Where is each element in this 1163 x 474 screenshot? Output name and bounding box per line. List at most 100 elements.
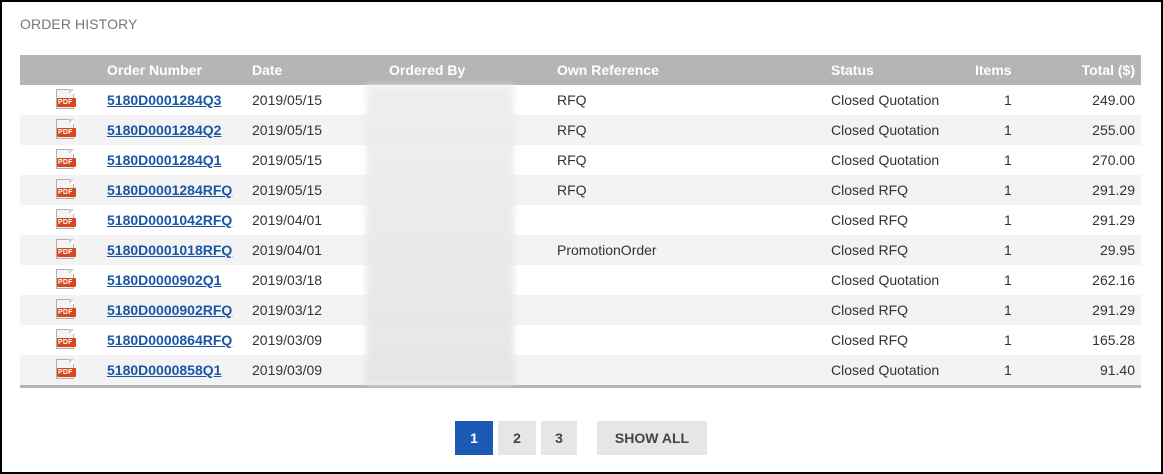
order-date: 2019/03/09: [252, 332, 323, 348]
column-header-date: Date: [252, 62, 283, 78]
order-items: 1: [1004, 92, 1012, 108]
order-status: Closed Quotation: [831, 152, 940, 168]
column-header-ordered-by: Ordered By: [389, 62, 466, 78]
table-header: Order Number Date Ordered By Own Referen…: [20, 55, 1141, 85]
pdf-icon[interactable]: PDF: [56, 299, 76, 320]
order-number-cell: 5180D0001284Q1: [107, 152, 221, 168]
table-row: PDF 5180D0000902Q1 2019/03/18 Closed Quo…: [20, 265, 1141, 295]
order-total: 291.29: [1092, 302, 1135, 318]
page-3-button[interactable]: 3: [541, 421, 577, 455]
pdf-icon[interactable]: PDF: [56, 329, 76, 350]
order-total: 255.00: [1092, 122, 1135, 138]
order-number-link[interactable]: 5180D0000902RFQ: [107, 302, 232, 318]
order-total: 165.28: [1092, 332, 1135, 348]
order-number-link[interactable]: 5180D0001284Q1: [107, 152, 221, 168]
own-reference: RFQ: [557, 122, 587, 138]
pdf-icon-label: PDF: [58, 129, 73, 136]
order-date: 2019/05/15: [252, 122, 323, 138]
order-status: Closed RFQ: [831, 242, 909, 258]
order-number-cell: 5180D0001018RFQ: [107, 242, 232, 258]
pdf-icon[interactable]: PDF: [56, 209, 76, 230]
pdf-icon[interactable]: PDF: [56, 359, 76, 380]
order-items: 1: [1004, 272, 1012, 288]
order-items: 1: [1004, 212, 1012, 228]
table-row: PDF 5180D0001042RFQ 2019/04/01 Closed RF…: [20, 205, 1141, 235]
order-number-cell: 5180D0001284Q2: [107, 122, 221, 138]
order-date: 2019/05/15: [252, 182, 323, 198]
page-2-button[interactable]: 2: [498, 421, 536, 455]
pdf-icon-label: PDF: [58, 249, 73, 256]
pdf-icon-label: PDF: [58, 159, 73, 166]
order-total: 262.16: [1092, 272, 1135, 288]
order-items: 1: [1004, 362, 1012, 378]
order-date: 2019/03/09: [252, 362, 323, 378]
order-status: Closed RFQ: [831, 332, 909, 348]
order-status: Closed Quotation: [831, 272, 940, 288]
order-status: Closed Quotation: [831, 92, 940, 108]
order-items: 1: [1004, 332, 1012, 348]
order-items: 1: [1004, 122, 1012, 138]
pagination: 1 2 3 SHOW ALL: [2, 421, 1161, 455]
table-row: PDF 5180D0001284Q2 2019/05/15 RFQ Closed…: [20, 115, 1141, 145]
pdf-icon-label: PDF: [58, 99, 73, 106]
order-total: 291.29: [1092, 212, 1135, 228]
own-reference: RFQ: [557, 152, 587, 168]
order-number-link[interactable]: 5180D0000858Q1: [107, 362, 221, 378]
order-total: 91.40: [1099, 362, 1135, 378]
order-status: Closed Quotation: [831, 122, 940, 138]
order-status: Closed Quotation: [831, 362, 940, 378]
pdf-icon[interactable]: PDF: [56, 179, 76, 200]
order-number-link[interactable]: 5180D0001284Q2: [107, 122, 221, 138]
page-title: ORDER HISTORY: [20, 16, 138, 32]
order-number-cell: 5180D0001042RFQ: [107, 212, 232, 228]
order-date: 2019/04/01: [252, 212, 323, 228]
column-header-total: Total ($): [1081, 62, 1135, 78]
order-number-cell: 5180D0000858Q1: [107, 362, 221, 378]
order-number-link[interactable]: 5180D0001284RFQ: [107, 182, 232, 198]
order-date: 2019/05/15: [252, 152, 323, 168]
order-status: Closed RFQ: [831, 212, 909, 228]
pdf-icon[interactable]: PDF: [56, 89, 76, 110]
table-row: PDF 5180D0001018RFQ 2019/04/01 Promotion…: [20, 235, 1141, 265]
pdf-icon-label: PDF: [58, 279, 73, 286]
pdf-icon[interactable]: PDF: [56, 269, 76, 290]
order-number-link[interactable]: 5180D0000902Q1: [107, 272, 221, 288]
pdf-icon[interactable]: PDF: [56, 239, 76, 260]
pdf-icon[interactable]: PDF: [56, 119, 76, 140]
order-total: 249.00: [1092, 92, 1135, 108]
order-number-cell: 5180D0001284RFQ: [107, 182, 232, 198]
pdf-icon[interactable]: PDF: [56, 149, 76, 170]
pdf-icon-label: PDF: [58, 339, 73, 346]
order-items: 1: [1004, 152, 1012, 168]
order-history-panel: ORDER HISTORY Order Number Date Ordered …: [0, 0, 1163, 474]
order-number-cell: 5180D0001284Q3: [107, 92, 221, 108]
own-reference: PromotionOrder: [557, 242, 657, 258]
order-number-cell: 5180D0000902Q1: [107, 272, 221, 288]
own-reference: RFQ: [557, 182, 587, 198]
order-date: 2019/05/15: [252, 92, 323, 108]
table-row: PDF 5180D0001284Q1 2019/05/15 RFQ Closed…: [20, 145, 1141, 175]
order-items: 1: [1004, 302, 1012, 318]
order-date: 2019/04/01: [252, 242, 323, 258]
order-number-link[interactable]: 5180D0001042RFQ: [107, 212, 232, 228]
own-reference: RFQ: [557, 92, 587, 108]
order-number-cell: 5180D0000902RFQ: [107, 302, 232, 318]
ordered-by-redacted: [366, 85, 514, 385]
order-number-link[interactable]: 5180D0000864RFQ: [107, 332, 232, 348]
order-total: 29.95: [1099, 242, 1135, 258]
pdf-icon-label: PDF: [58, 369, 73, 376]
table-row: PDF 5180D0001284Q3 2019/05/15 RFQ Closed…: [20, 85, 1141, 115]
order-date: 2019/03/18: [252, 272, 323, 288]
table-row: PDF 5180D0001284RFQ 2019/05/15 RFQ Close…: [20, 175, 1141, 205]
page-1-button[interactable]: 1: [455, 421, 493, 455]
table-body: PDF 5180D0001284Q3 2019/05/15 RFQ Closed…: [20, 85, 1141, 388]
order-status: Closed RFQ: [831, 302, 909, 318]
order-items: 1: [1004, 242, 1012, 258]
order-number-link[interactable]: 5180D0001018RFQ: [107, 242, 232, 258]
order-history-table: Order Number Date Ordered By Own Referen…: [20, 55, 1141, 388]
order-items: 1: [1004, 182, 1012, 198]
show-all-button[interactable]: SHOW ALL: [597, 421, 707, 455]
order-number-link[interactable]: 5180D0001284Q3: [107, 92, 221, 108]
table-row: PDF 5180D0000864RFQ 2019/03/09 Closed RF…: [20, 325, 1141, 355]
order-total: 270.00: [1092, 152, 1135, 168]
